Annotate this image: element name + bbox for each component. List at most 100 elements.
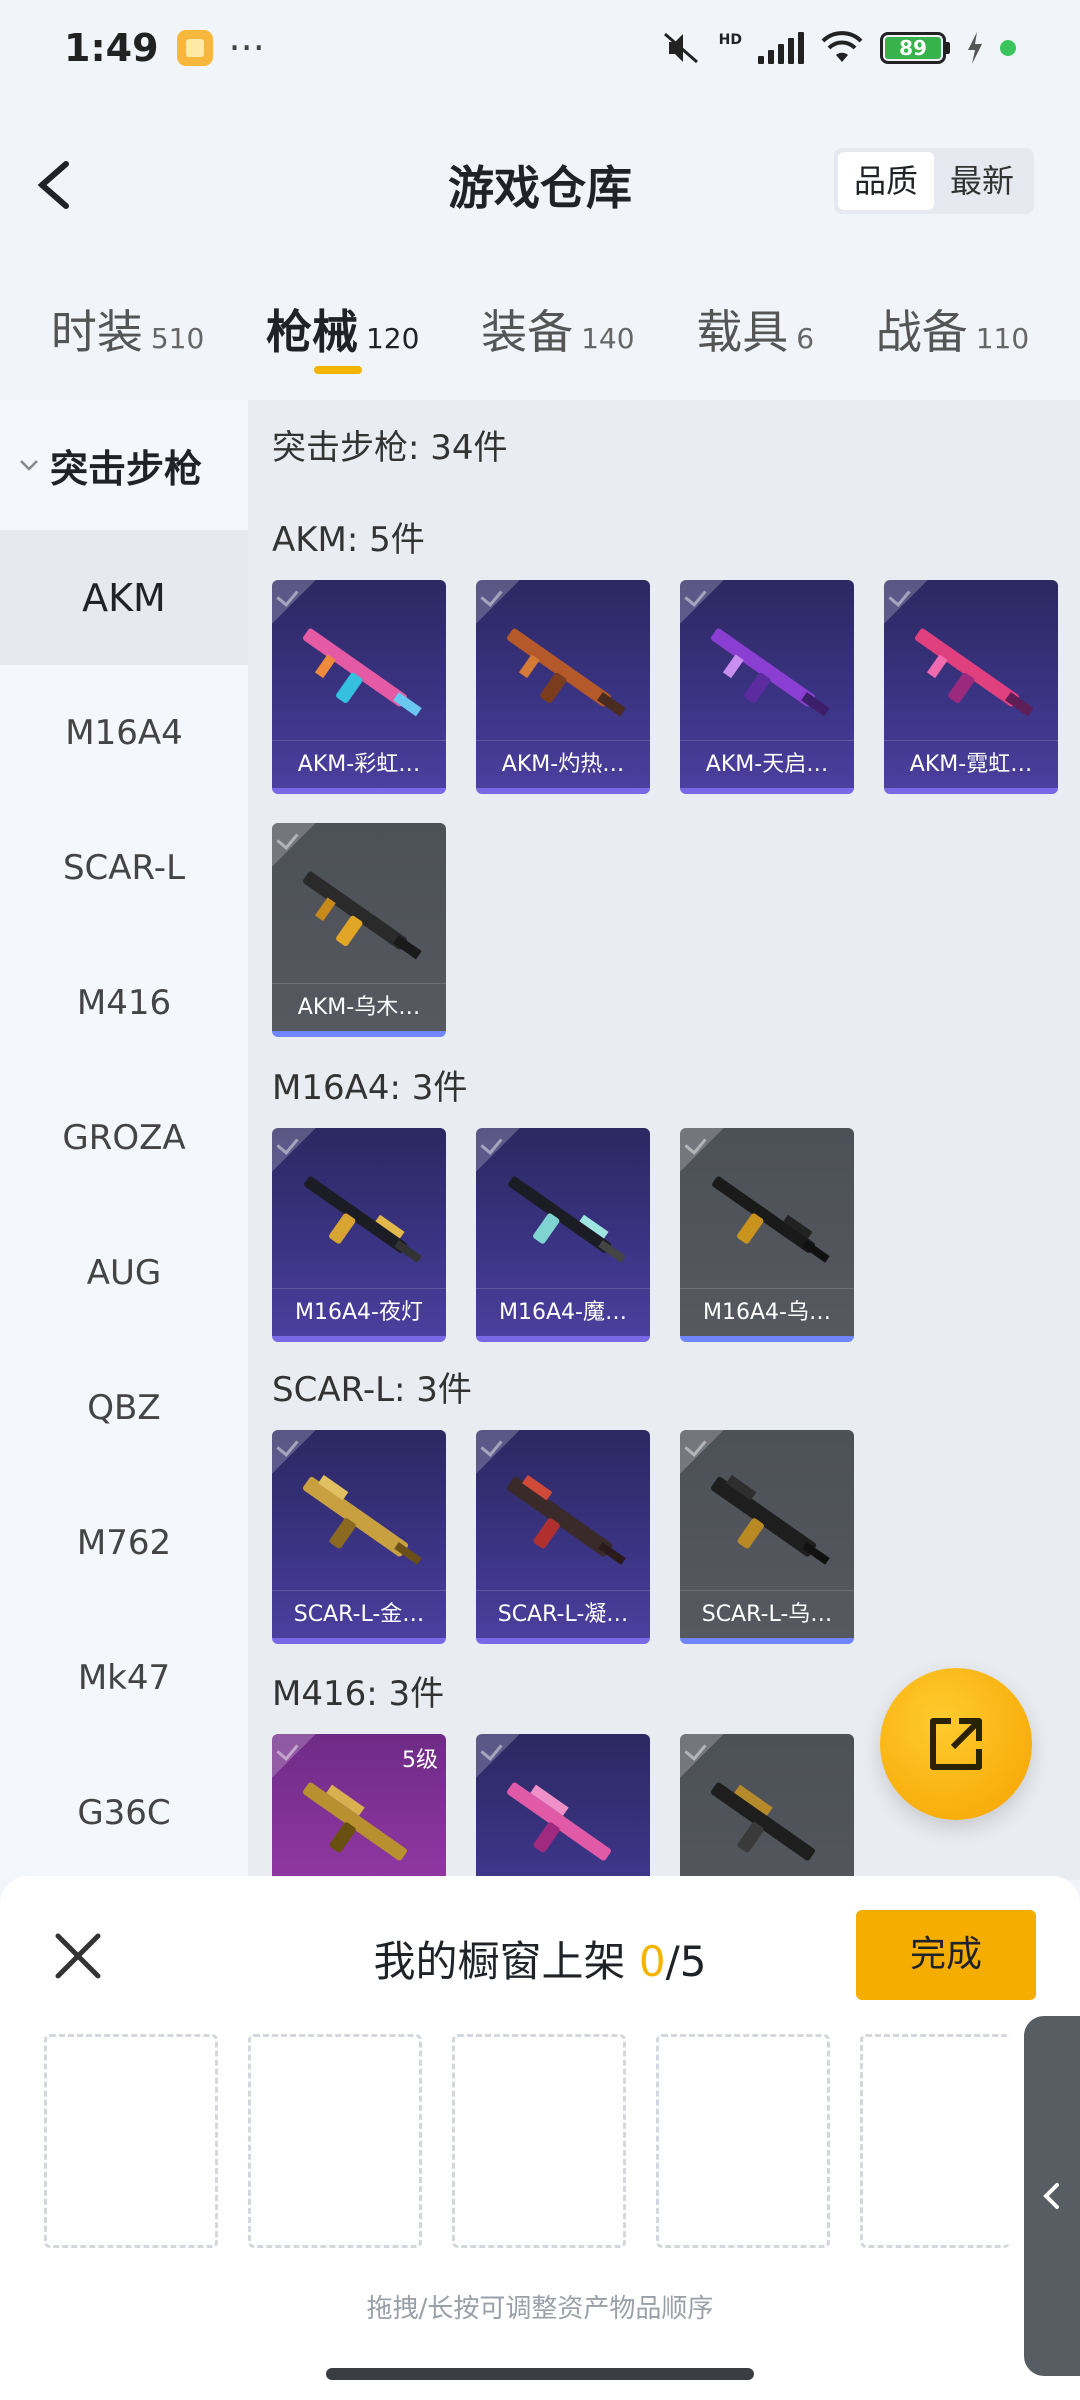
weapon-name: M16A4-夜灯: [272, 1288, 446, 1336]
category-tabs: 时装 510 枪械 120 装备 140 载具 6 战备 110: [0, 280, 1080, 380]
showcase-slot[interactable]: [44, 2034, 218, 2248]
status-time: 1:49: [64, 26, 159, 70]
tab-count: 120: [365, 322, 420, 355]
tab-count: 140: [581, 322, 635, 355]
rifle-icon: [303, 628, 422, 717]
app-notification-icon: [176, 30, 213, 66]
charging-icon: [968, 32, 982, 64]
showcase-slot[interactable]: [860, 2034, 1010, 2248]
showcase-count-current: 0: [638, 1937, 666, 1986]
weapon-card[interactable]: [476, 1734, 650, 1880]
tab-label: 战备: [875, 305, 968, 359]
showcase-count-total: /5: [665, 1937, 707, 1986]
sort-latest-button[interactable]: 最新: [934, 152, 1030, 210]
category-summary: 突击步枪: 34件: [272, 428, 508, 468]
rifle-icon: [303, 1782, 407, 1861]
done-button[interactable]: 完成: [856, 1910, 1036, 2000]
weapon-name: AKM-霓虹…: [884, 740, 1058, 788]
active-tab-indicator: [313, 366, 362, 374]
weapon-name: SCAR-L-凝…: [476, 1590, 650, 1638]
side-drawer-handle[interactable]: [1024, 2016, 1080, 2376]
weapon-name: SCAR-L-金…: [272, 1590, 446, 1638]
tab-label: 装备: [481, 305, 574, 359]
showcase-title-text: 我的橱窗上架: [373, 1937, 639, 1986]
weapon-card[interactable]: SCAR-L-金…: [272, 1430, 446, 1644]
sidebar-item-scar-l[interactable]: SCAR-L: [0, 800, 248, 935]
battery-icon: 89: [880, 32, 950, 64]
battery-level: 89: [885, 37, 941, 59]
weapon-card[interactable]: M16A4-魔…: [476, 1128, 650, 1342]
tab-vehicles[interactable]: 载具 6: [696, 280, 814, 380]
share-icon: [930, 1718, 982, 1770]
signal-icon: [758, 32, 804, 64]
weapon-name: AKM-彩虹…: [272, 740, 446, 788]
tab-label: 枪械: [265, 305, 358, 359]
rifle-icon: [711, 1474, 830, 1565]
tab-count: 110: [975, 322, 1030, 355]
chevron-down-icon: [20, 460, 38, 471]
tab-count: 510: [150, 322, 205, 355]
showcase-slot[interactable]: [248, 2034, 422, 2248]
tab-equipment[interactable]: 装备 140: [481, 280, 634, 380]
sort-quality-button[interactable]: 品质: [837, 152, 934, 210]
sidebar-item-m16a4[interactable]: M16A4: [0, 665, 248, 800]
chevron-left-icon: [1043, 2183, 1059, 2209]
privacy-indicator-icon: [1000, 40, 1016, 56]
tab-guns[interactable]: 枪械 120: [266, 280, 419, 380]
weapon-card[interactable]: AKM-彩虹…: [272, 580, 446, 794]
group-title-scar-l: SCAR-L: 3件: [272, 1370, 472, 1410]
sidebar-item-mk47[interactable]: Mk47: [0, 1610, 248, 1745]
status-bar: 1:49 ··· HD 89: [0, 0, 1080, 96]
sidebar-item-m416[interactable]: M416: [0, 935, 248, 1070]
more-notifications-icon: ···: [228, 26, 265, 70]
group-title-m416: M416: 3件: [272, 1674, 445, 1714]
rifle-icon: [711, 1782, 815, 1861]
weapon-card[interactable]: M16A4-夜灯: [272, 1128, 446, 1342]
weapon-name: AKM-天启…: [680, 740, 854, 788]
rifle-icon: [711, 628, 830, 717]
weapon-card[interactable]: AKM-霓虹…: [884, 580, 1058, 794]
tab-label: 时装: [50, 305, 143, 359]
weapon-card[interactable]: 5级: [272, 1734, 446, 1880]
network-type-label: HD: [718, 32, 742, 48]
rifle-icon: [507, 1474, 626, 1565]
rifle-icon: [304, 1176, 422, 1263]
weapon-card[interactable]: M16A4-乌…: [680, 1128, 854, 1342]
wifi-icon: [821, 31, 863, 62]
header: 游戏仓库 品质 最新: [0, 130, 1080, 240]
showcase-slot[interactable]: [452, 2034, 626, 2248]
rifle-icon: [303, 871, 422, 960]
rifle-icon: [508, 1176, 626, 1263]
weapon-card[interactable]: AKM-天启…: [680, 580, 854, 794]
rifle-icon: [507, 1782, 611, 1861]
sidebar-item-aug[interactable]: AUG: [0, 1205, 248, 1340]
sidebar-item-akm[interactable]: AKM: [0, 530, 248, 665]
sidebar-item-groza[interactable]: GROZA: [0, 1070, 248, 1205]
rifle-icon: [507, 628, 626, 717]
sidebar-item-g36c[interactable]: G36C: [0, 1745, 248, 1880]
weapon-name: M16A4-乌…: [680, 1288, 854, 1336]
share-button[interactable]: [880, 1668, 1032, 1820]
weapon-card[interactable]: SCAR-L-乌…: [680, 1430, 854, 1644]
weapon-name: SCAR-L-乌…: [680, 1590, 854, 1638]
sidebar-item-qbz[interactable]: QBZ: [0, 1340, 248, 1475]
sidebar-category-assault-rifles[interactable]: 突击步枪: [0, 400, 248, 530]
group-title-m16a4: M16A4: 3件: [272, 1068, 468, 1108]
reorder-hint: 拖拽/长按可调整资产物品顺序: [366, 2294, 714, 2324]
mute-icon: [663, 32, 698, 64]
sidebar-category-label: 突击步枪: [50, 446, 203, 491]
rifle-icon: [303, 1474, 422, 1565]
weapon-grid: 突击步枪: 34件 AKM: 5件 AKM-彩虹… AKM-灼热… AKM-天启…: [248, 400, 1080, 1880]
showcase-slots: [44, 2034, 1010, 2248]
showcase-slot[interactable]: [656, 2034, 830, 2248]
group-title-akm: AKM: 5件: [272, 520, 425, 560]
home-indicator[interactable]: [326, 2368, 754, 2380]
tab-fashion[interactable]: 时装 510: [51, 280, 204, 380]
weapon-card[interactable]: AKM-灼热…: [476, 580, 650, 794]
weapon-card[interactable]: [680, 1734, 854, 1880]
sort-toggle: 品质 最新: [833, 148, 1034, 214]
weapon-card[interactable]: AKM-乌木…: [272, 823, 446, 1037]
tab-supplies[interactable]: 战备 110: [876, 280, 1029, 380]
sidebar-item-m762[interactable]: M762: [0, 1475, 248, 1610]
weapon-card[interactable]: SCAR-L-凝…: [476, 1430, 650, 1644]
